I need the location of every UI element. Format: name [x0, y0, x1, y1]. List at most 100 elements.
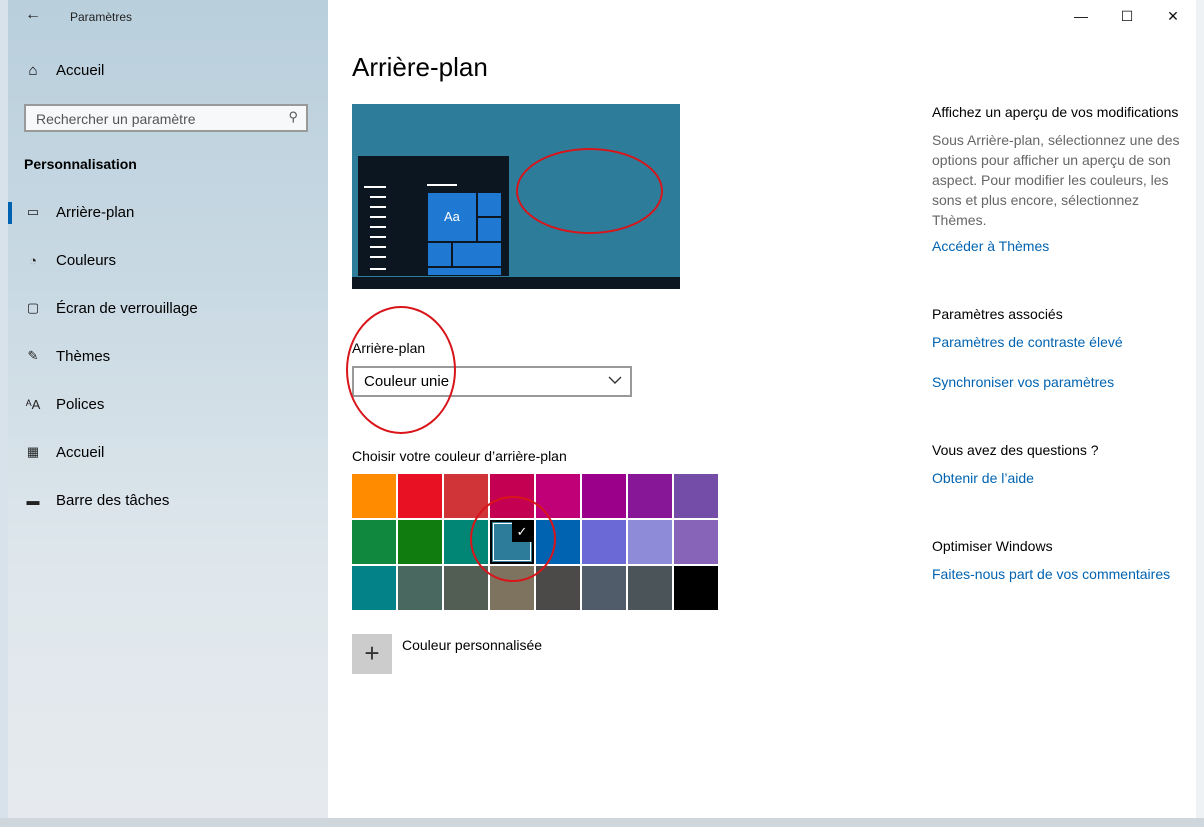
preview-line: [370, 206, 386, 208]
page-title: Arrière-plan: [352, 52, 488, 82]
preview-line: [370, 236, 386, 238]
color-swatch[interactable]: [398, 566, 442, 610]
preview-tile: [477, 192, 502, 217]
preview-tile: [452, 242, 502, 267]
color-swatch[interactable]: [582, 566, 626, 610]
theme-icon: ✎: [27, 348, 39, 363]
sidebar-item-label: Polices: [56, 395, 105, 413]
custom-color-button[interactable]: + Couleur personnalisée: [352, 634, 542, 674]
color-swatch[interactable]: ✓: [490, 520, 534, 564]
help-link[interactable]: Obtenir de l’aide: [932, 468, 1182, 488]
preview-tile: [427, 267, 502, 276]
preview-line: [370, 216, 386, 218]
nav-home-label: Accueil: [56, 62, 105, 79]
sidebar-item-accueil[interactable]: ▦ Accueil: [8, 428, 328, 476]
sidebar-item-label: Barre des tâches: [56, 491, 170, 509]
color-swatch[interactable]: [398, 520, 442, 564]
preview-line: [364, 186, 386, 188]
color-swatch[interactable]: [582, 474, 626, 518]
color-swatch[interactable]: [444, 566, 488, 610]
color-swatch[interactable]: [352, 474, 396, 518]
section-heading: Personnalisation: [24, 156, 137, 172]
feedback-link[interactable]: Faites-nous part de vos commentaires: [932, 564, 1182, 584]
search-icon: ⚲: [288, 109, 298, 124]
themes-link[interactable]: Accéder à Thèmes: [932, 236, 1182, 256]
color-swatch[interactable]: [582, 520, 626, 564]
sidebar-item-label: Couleurs: [56, 251, 117, 269]
color-swatch[interactable]: [674, 474, 718, 518]
home-icon: ⌂: [28, 62, 38, 79]
preview-heading: Affichez un aperçu de vos modifications: [932, 104, 1179, 120]
start-icon: ▦: [26, 444, 40, 459]
settings-window: ← Paramètres ⌂ Accueil Rechercher un par…: [8, 0, 1196, 818]
color-picker-label: Choisir votre couleur d’arrière-plan: [352, 448, 567, 464]
sidebar-item-label: Écran de verrouillage: [56, 299, 198, 317]
color-swatch[interactable]: [628, 474, 672, 518]
main-content: — ☐ ✕ Arrière-plan Aa Arrière-plan Coule…: [328, 0, 1196, 818]
sidebar-item-polices[interactable]: ᴬA Polices: [8, 380, 328, 428]
font-icon: ᴬA: [25, 396, 41, 412]
color-swatch[interactable]: [352, 566, 396, 610]
sidebar-item-barre-taches[interactable]: ▬ Barre des tâches: [8, 476, 328, 524]
preview-taskbar: [352, 277, 680, 289]
color-swatch[interactable]: [536, 474, 580, 518]
nav-home[interactable]: ⌂ Accueil: [24, 62, 104, 79]
sidebar-item-couleurs[interactable]: ◔ Couleurs: [8, 236, 328, 284]
contrast-link[interactable]: Paramètres de contraste élevé: [932, 332, 1182, 352]
sync-link[interactable]: Synchroniser vos paramètres: [932, 372, 1182, 392]
back-arrow-icon[interactable]: ←: [22, 4, 44, 26]
sidebar-item-arriere-plan[interactable]: ▭ Arrière-plan: [8, 188, 328, 236]
preview-tile-text: Aa: [444, 209, 460, 224]
background-label: Arrière-plan: [352, 340, 426, 356]
sidebar-item-label: Arrière-plan: [56, 203, 135, 221]
color-swatch[interactable]: [444, 520, 488, 564]
color-swatch[interactable]: [352, 520, 396, 564]
optimize-heading: Optimiser Windows: [932, 538, 1053, 554]
minimize-button[interactable]: —: [1058, 0, 1104, 32]
lock-screen-icon: ▢: [26, 300, 40, 315]
taskbar-icon: ▬: [26, 492, 40, 508]
close-button[interactable]: ✕: [1150, 0, 1196, 32]
sidebar-item-label: Accueil: [56, 443, 105, 461]
window-controls: — ☐ ✕: [1058, 0, 1196, 32]
color-swatch[interactable]: [490, 474, 534, 518]
questions-heading: Vous avez des questions ?: [932, 442, 1099, 458]
color-swatch[interactable]: [674, 520, 718, 564]
search-input[interactable]: Rechercher un paramètre ⚲: [24, 104, 308, 132]
preview-line: [370, 268, 386, 270]
search-placeholder: Rechercher un paramètre: [36, 111, 196, 127]
color-swatch[interactable]: [628, 566, 672, 610]
preview-description: Sous Arrière-plan, sélectionnez une des …: [932, 132, 1180, 228]
preview-line: [370, 196, 386, 198]
preview-line: [370, 226, 386, 228]
right-panel: Affichez un aperçu de vos modifications …: [932, 102, 1182, 584]
chevron-down-icon: [608, 376, 622, 384]
palette-icon: ◔: [29, 252, 37, 268]
related-heading: Paramètres associés: [932, 306, 1063, 322]
preview-line: [427, 184, 457, 186]
color-swatch[interactable]: [398, 474, 442, 518]
sidebar-nav: ▭ Arrière-plan ◔ Couleurs ▢ Écran de ver…: [8, 188, 328, 524]
preview-start-menu: Aa: [358, 156, 509, 276]
checkmark-icon: ✓: [512, 522, 532, 542]
maximize-button[interactable]: ☐: [1104, 0, 1150, 32]
color-swatch[interactable]: [490, 566, 534, 610]
plus-icon: +: [352, 634, 392, 674]
color-swatch[interactable]: [628, 520, 672, 564]
color-swatch[interactable]: [536, 566, 580, 610]
image-icon: ▭: [26, 204, 40, 219]
color-swatch-grid: ✓: [352, 474, 718, 610]
sidebar-item-label: Thèmes: [56, 347, 111, 365]
background-dropdown[interactable]: Couleur unie: [352, 366, 632, 397]
taskbar-strip: [0, 818, 1204, 827]
dropdown-value: Couleur unie: [364, 373, 450, 390]
background-preview: Aa: [352, 104, 680, 289]
color-swatch[interactable]: [536, 520, 580, 564]
sidebar-item-ecran-verrouillage[interactable]: ▢ Écran de verrouillage: [8, 284, 328, 332]
color-swatch[interactable]: [444, 474, 488, 518]
preview-tile: [477, 217, 502, 242]
color-swatch[interactable]: [674, 566, 718, 610]
preview-line: [370, 256, 386, 258]
window-title: Paramètres: [70, 10, 133, 24]
sidebar-item-themes[interactable]: ✎ Thèmes: [8, 332, 328, 380]
